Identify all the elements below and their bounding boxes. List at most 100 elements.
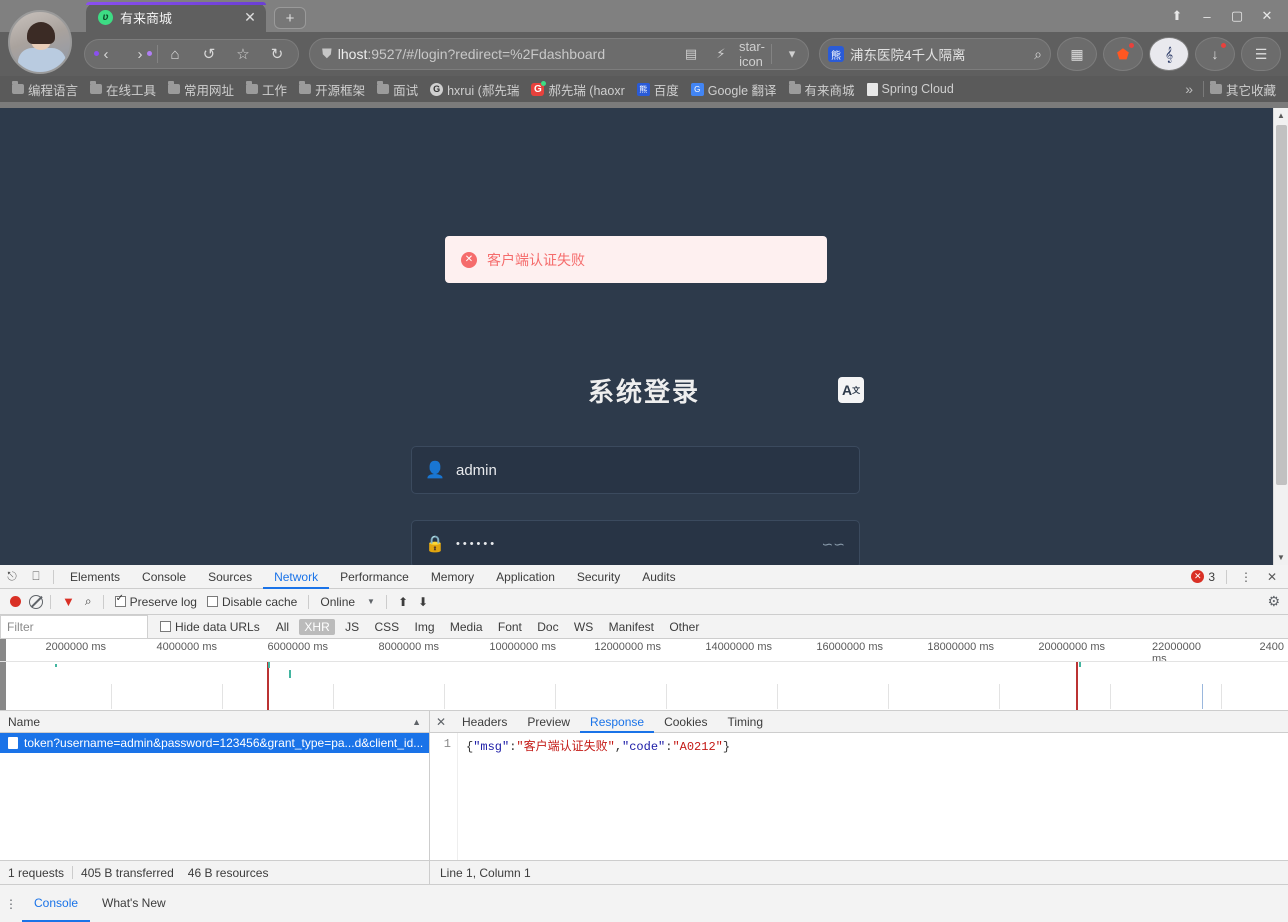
tab-memory[interactable]: Memory — [420, 565, 485, 589]
drawer-tab-console[interactable]: Console — [22, 885, 90, 922]
tab-preview[interactable]: Preview — [517, 711, 580, 733]
bookmark-item[interactable]: G 郝先瑞 (haoxr — [525, 80, 630, 99]
username-field[interactable]: 👤 admin — [411, 446, 860, 494]
response-body[interactable]: 1 {"msg":"客户端认证失败","code":"A0212"} — [430, 733, 1288, 860]
tab-application[interactable]: Application — [485, 565, 566, 589]
reload-button[interactable]: ↻ — [260, 40, 294, 68]
filter-type-xhr[interactable]: XHR — [299, 618, 335, 635]
filter-input[interactable]: Filter — [0, 614, 148, 639]
maximize-button[interactable]: ▢ — [1222, 2, 1252, 30]
bookmark-item[interactable]: G Google 翻译 — [685, 80, 783, 99]
new-tab-button[interactable]: + — [274, 7, 306, 29]
drawer-tab-whats-new[interactable]: What's New — [90, 885, 178, 922]
other-bookmarks-item[interactable]: 其它收藏 — [1204, 80, 1282, 99]
bookmark-item[interactable]: 工作 — [240, 80, 293, 99]
browser-tab[interactable]: ʋ 有来商城 ✕ — [86, 2, 266, 32]
close-window-button[interactable]: ✕ — [1252, 2, 1282, 30]
tab-security[interactable]: Security — [566, 565, 631, 589]
bookmark-item[interactable]: 有来商城 — [783, 80, 861, 99]
address-bar[interactable]: ⛊ lhost:9527/#/login?redirect=%2Fdashboa… — [309, 38, 809, 70]
page-scrollbar[interactable]: ▲ ▼ — [1273, 108, 1288, 565]
hide-data-urls-checkbox[interactable]: Hide data URLs — [160, 620, 260, 634]
filter-icon[interactable]: ▼ — [58, 594, 79, 609]
close-panel-icon[interactable]: ✕ — [430, 715, 452, 729]
tab-close-icon[interactable]: ✕ — [242, 9, 258, 26]
devtools-close-icon[interactable]: ✕ — [1260, 565, 1284, 589]
bookmark-item[interactable]: 面试 — [371, 80, 424, 99]
password-field[interactable]: 🔒 •••••• ∽∽ — [411, 520, 860, 565]
forward-button[interactable]: › — [123, 40, 157, 68]
inspect-icon[interactable]: ⎋ — [0, 565, 24, 589]
eye-closed-icon[interactable]: ∽∽ — [822, 536, 845, 553]
search-box[interactable]: 熊 浦东医院4千人隔离 ⌕ — [819, 38, 1051, 70]
filter-type-css[interactable]: CSS — [369, 619, 404, 635]
filter-type-img[interactable]: Img — [409, 619, 439, 635]
bookmark-item[interactable]: 常用网址 — [162, 80, 240, 99]
bookmark-item[interactable]: 熊百度 — [631, 80, 685, 99]
scroll-down-icon[interactable]: ▼ — [1274, 550, 1288, 565]
bookmark-star-button[interactable]: ☆ — [226, 40, 260, 68]
drawer-more-icon[interactable]: ⋮ — [0, 897, 22, 911]
tab-cookies[interactable]: Cookies — [654, 711, 717, 733]
tab-sources[interactable]: Sources — [197, 565, 263, 589]
tab-timing[interactable]: Timing — [717, 711, 773, 733]
tab-network[interactable]: Network — [263, 565, 329, 589]
disable-cache-checkbox[interactable]: Disable cache — [203, 595, 301, 609]
bookmark-item[interactable]: Spring Cloud — [861, 82, 960, 96]
bookmark-item[interactable]: 在线工具 — [84, 80, 162, 99]
preserve-log-checkbox[interactable]: Preserve log — [111, 593, 201, 609]
devtools-more-icon[interactable]: ⋮ — [1234, 565, 1258, 589]
downloads-button[interactable]: ↓ — [1195, 37, 1235, 71]
export-har-icon[interactable]: ⬇ — [414, 595, 432, 609]
apps-grid-button[interactable]: ▦ — [1057, 37, 1097, 71]
tab-performance[interactable]: Performance — [329, 565, 420, 589]
import-har-icon[interactable]: ⬆ — [394, 595, 412, 609]
filter-type-js[interactable]: JS — [340, 619, 364, 635]
filter-type-doc[interactable]: Doc — [532, 619, 563, 635]
sort-ascending-icon[interactable]: ▲ — [412, 717, 429, 727]
language-toggle-icon[interactable]: A文 — [838, 377, 864, 403]
bookmark-item[interactable]: 开源框架 — [293, 80, 371, 99]
filter-type-ws[interactable]: WS — [569, 619, 598, 635]
avatar[interactable] — [8, 10, 72, 74]
device-toolbar-icon[interactable]: ⎕ — [24, 565, 48, 589]
scroll-up-icon[interactable]: ▲ — [1274, 108, 1288, 123]
clear-icon[interactable] — [29, 594, 43, 609]
crypto-extension-button[interactable]: 𝄞 — [1149, 37, 1189, 71]
chevron-down-icon[interactable]: ▾ — [780, 46, 804, 62]
network-overview[interactable]: 2000000 ms 4000000 ms 6000000 ms 8000000… — [0, 639, 1288, 711]
filter-type-manifest[interactable]: Manifest — [604, 619, 659, 635]
reload-alt-button[interactable]: ↺ — [192, 40, 226, 68]
search-input[interactable]: 浦东医院4千人隔离 — [850, 44, 1028, 64]
request-list-header[interactable]: Name ▲ — [0, 711, 429, 733]
tab-response[interactable]: Response — [580, 711, 654, 733]
username-input[interactable]: admin — [456, 462, 845, 479]
back-button[interactable]: ‹ — [89, 40, 123, 68]
tab-headers[interactable]: Headers — [452, 711, 517, 733]
error-count-badge[interactable]: ✕ 3 — [1191, 570, 1219, 584]
star-icon[interactable]: star-icon — [739, 39, 765, 69]
search-icon[interactable]: ⌕ — [81, 594, 96, 609]
record-icon[interactable] — [10, 596, 21, 607]
overflow-chevron-icon[interactable]: » — [1175, 81, 1203, 97]
filter-type-media[interactable]: Media — [445, 619, 488, 635]
throttling-select[interactable]: Online ▼ — [316, 595, 379, 609]
password-input[interactable]: •••••• — [456, 538, 810, 550]
bookmark-item[interactable]: 编程语言 — [6, 80, 84, 99]
minimize-button[interactable]: – — [1192, 2, 1222, 30]
menu-button[interactable]: ☰ — [1241, 37, 1281, 71]
bookmark-item[interactable]: Ghxrui (郝先瑞 — [424, 80, 525, 99]
home-button[interactable]: ⌂ — [158, 40, 192, 68]
filter-type-font[interactable]: Font — [493, 619, 527, 635]
search-icon[interactable]: ⌕ — [1034, 46, 1042, 63]
gear-icon[interactable]: ⚙ — [1267, 593, 1280, 610]
lightning-icon[interactable]: ⚡ — [709, 46, 733, 62]
tab-audits[interactable]: Audits — [631, 565, 686, 589]
qr-icon[interactable]: ▤ — [679, 46, 703, 62]
tab-console[interactable]: Console — [131, 565, 197, 589]
table-row[interactable]: token?username=admin&password=123456&gra… — [0, 733, 429, 753]
filter-type-other[interactable]: Other — [664, 619, 704, 635]
scrollbar-thumb[interactable] — [1276, 125, 1287, 485]
tshirt-icon[interactable]: ⬆ — [1162, 2, 1192, 30]
tab-elements[interactable]: Elements — [59, 565, 131, 589]
